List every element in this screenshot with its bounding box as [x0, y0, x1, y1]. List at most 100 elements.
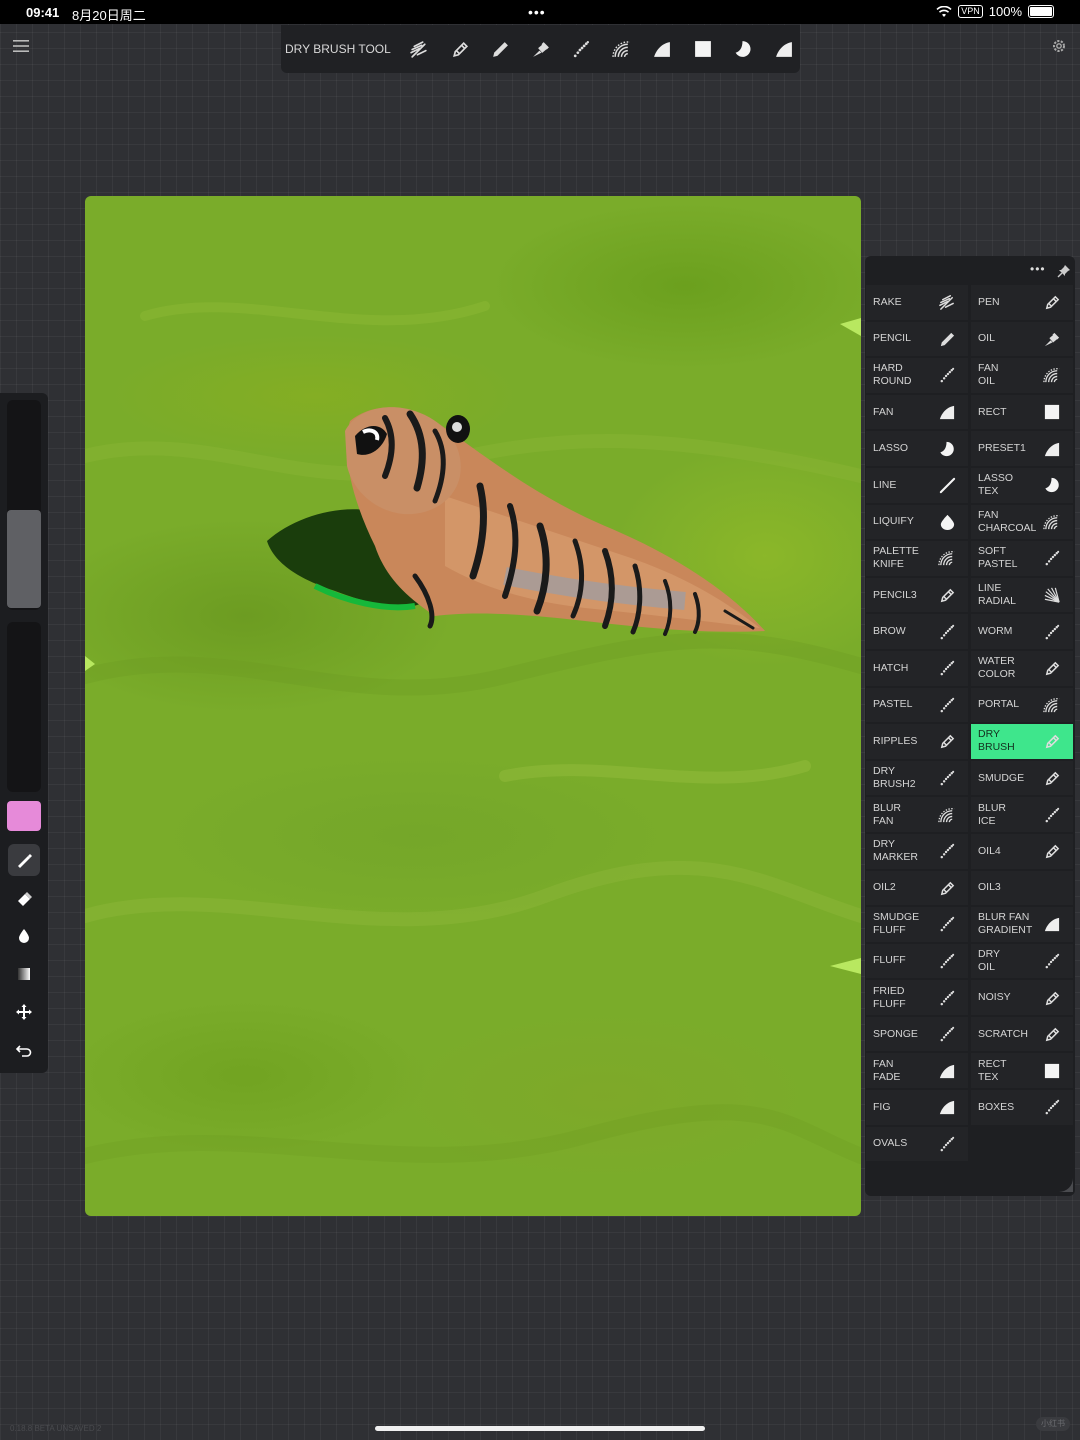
brush-item[interactable]: DRY BRUSH — [971, 724, 1073, 759]
toolbar-title: DRY BRUSH TOOL — [285, 42, 391, 56]
color-swatch[interactable] — [7, 801, 41, 831]
brush-item-label: FIG — [873, 1100, 891, 1113]
brush-item[interactable]: FAN OIL — [971, 358, 1073, 393]
brush-item[interactable]: BLUR FAN GRADIENT — [971, 907, 1073, 942]
brush-item[interactable]: BLUR FAN — [866, 797, 968, 832]
gradient-tool-button[interactable] — [8, 958, 40, 990]
quarter-brush-icon — [1044, 442, 1060, 456]
brush-item[interactable]: PORTAL — [971, 687, 1073, 723]
eraser-tool-button[interactable] — [8, 882, 40, 914]
status-time: 09:41 — [26, 5, 60, 20]
brush-item[interactable]: RECT TEX — [971, 1053, 1073, 1089]
brush-item[interactable]: RECT — [971, 394, 1073, 430]
dotted-icon — [938, 769, 956, 787]
brush-item[interactable]: PALETTE KNIFE — [866, 541, 968, 576]
pen-brush-icon — [1045, 771, 1060, 786]
brush-item[interactable]: FAN CHARCOAL — [971, 504, 1073, 540]
brush-item[interactable]: LINE RADIAL — [971, 577, 1073, 613]
pencil-icon — [938, 330, 956, 348]
brush-item[interactable]: OIL4 — [971, 833, 1073, 869]
brush-tool-button[interactable] — [8, 844, 40, 876]
hamburger-menu-icon[interactable] — [12, 38, 30, 54]
brush-item[interactable]: RIPPLES — [866, 724, 968, 759]
gear-icon[interactable] — [1051, 38, 1067, 54]
brush-item[interactable]: SOFT PASTEL — [971, 541, 1073, 576]
toolbar-brush-pencil-button[interactable] — [480, 29, 521, 69]
brush-item[interactable]: OVALS — [866, 1126, 968, 1162]
brush-item[interactable]: DRY BRUSH2 — [866, 760, 968, 796]
brush-item[interactable]: OIL — [971, 321, 1073, 357]
multitask-dots-icon[interactable]: ••• — [528, 4, 546, 20]
brush-item[interactable]: SMUDGE — [971, 760, 1073, 796]
quarter-icon — [938, 403, 956, 421]
line-brush-icon — [939, 478, 956, 494]
brush-item[interactable]: FAN FADE — [866, 1053, 968, 1089]
brush-item[interactable]: LASSO TEX — [971, 467, 1073, 503]
brush-item[interactable]: OIL2 — [866, 870, 968, 906]
brush-item[interactable]: SPONGE — [866, 1016, 968, 1052]
dotted-brush-icon — [940, 1136, 955, 1152]
brush-item[interactable]: DRY MARKER — [866, 833, 968, 869]
brush-item[interactable]: LINE — [866, 467, 968, 503]
toolbar-brush-fan-button[interactable] — [601, 29, 642, 69]
brush-item[interactable]: NOISY — [971, 980, 1073, 1015]
brush-item-label: FAN CHARCOAL — [978, 508, 1037, 534]
brush-item[interactable]: HATCH — [866, 650, 968, 686]
brush-item[interactable]: WORM — [971, 614, 1073, 649]
brush-item[interactable]: PASTEL — [866, 687, 968, 723]
toolbar-brush-oil-button[interactable] — [520, 29, 561, 69]
brush-item[interactable]: PRESET1 — [971, 431, 1073, 466]
brush-item[interactable]: FRIED FLUFF — [866, 980, 968, 1015]
brush-item[interactable]: PEN — [971, 285, 1073, 320]
toolbar-brush-lasso-button[interactable] — [723, 29, 764, 69]
brush-item[interactable]: DRY OIL — [971, 943, 1073, 979]
toolbar-brush-quarter-button[interactable] — [763, 29, 804, 69]
brush-item[interactable]: BLUR ICE — [971, 797, 1073, 832]
brush-item-label: BLUR FAN GRADIENT — [978, 911, 1033, 937]
brush-item[interactable]: BOXES — [971, 1090, 1073, 1125]
brush-item[interactable]: SCRATCH — [971, 1016, 1073, 1052]
fill-tool-button[interactable] — [8, 920, 40, 952]
quarter-brush-icon — [654, 42, 670, 57]
brush-item-label: DRY OIL — [978, 947, 1000, 973]
opacity-slider[interactable] — [7, 622, 41, 792]
toolbar-brush-pen-button[interactable] — [439, 29, 480, 69]
lasso-brush-icon — [940, 441, 954, 456]
toolbar-brush-rake-button[interactable] — [399, 29, 440, 69]
brush-item[interactable]: LIQUIFY — [866, 504, 968, 540]
pen-brush-icon — [1045, 661, 1060, 676]
brush-item[interactable]: PENCIL3 — [866, 577, 968, 613]
drawing-canvas[interactable] — [85, 196, 861, 1216]
brush-item[interactable]: FIG — [866, 1090, 968, 1125]
toolbar-brush-quarter-button[interactable] — [642, 29, 683, 69]
radial-brush-icon — [1044, 587, 1060, 603]
dotted-brush-icon — [940, 953, 955, 969]
move-tool-button[interactable] — [8, 996, 40, 1028]
more-options-icon[interactable]: ••• — [1030, 262, 1046, 276]
toolbar-brush-rect-button[interactable] — [682, 29, 723, 69]
brush-item[interactable]: PENCIL — [866, 321, 968, 357]
drop-brush-icon — [940, 514, 955, 530]
brush-item[interactable]: LASSO — [866, 431, 968, 466]
undo-button[interactable] — [8, 1034, 40, 1066]
toolbar-brush-dotted-button[interactable] — [561, 29, 602, 69]
fan-icon — [1043, 366, 1061, 384]
resize-handle-icon[interactable] — [1059, 1178, 1073, 1192]
brush-size-thumb[interactable] — [7, 510, 41, 608]
brush-item[interactable]: BROW — [866, 614, 968, 649]
brush-item[interactable]: FAN — [866, 394, 968, 430]
dotted-icon — [1043, 952, 1061, 970]
brush-item[interactable]: SMUDGE FLUFF — [866, 907, 968, 942]
dotted-brush-icon — [940, 990, 955, 1005]
brush-item-label: SOFT PASTEL — [978, 545, 1018, 571]
brush-item[interactable]: OIL3 — [971, 870, 1073, 906]
brush-item[interactable]: RAKE — [866, 285, 968, 320]
brush-item-label: WORM — [978, 625, 1013, 638]
brush-item[interactable]: HARD ROUND — [866, 358, 968, 393]
brush-item[interactable]: WATER COLOR — [971, 650, 1073, 686]
pin-icon[interactable] — [1057, 264, 1071, 278]
brush-item[interactable]: FLUFF — [866, 943, 968, 979]
eraser-icon — [18, 892, 32, 906]
home-indicator[interactable] — [375, 1426, 705, 1431]
pen-brush-icon — [1045, 1027, 1060, 1042]
